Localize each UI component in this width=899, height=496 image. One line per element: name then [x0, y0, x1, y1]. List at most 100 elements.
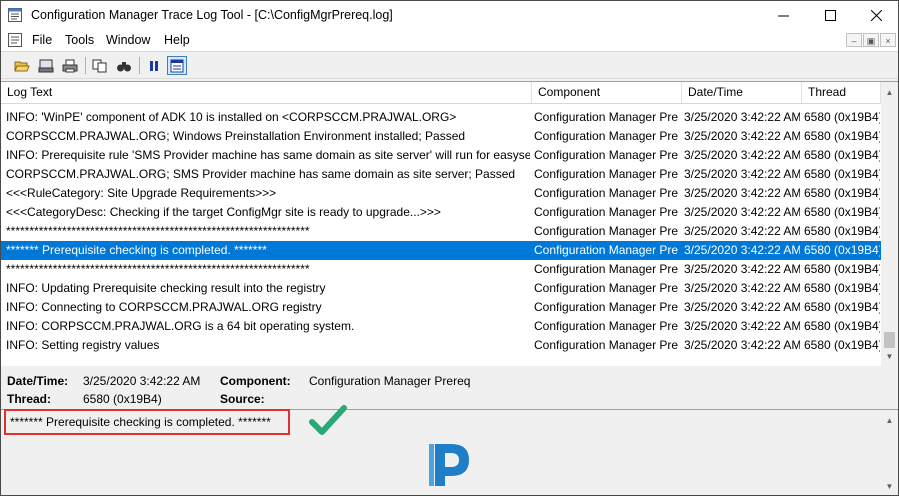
pause-button[interactable] — [144, 56, 164, 75]
print-preview-icon — [38, 59, 54, 72]
highlight-box — [4, 409, 290, 435]
find-button[interactable] — [114, 56, 134, 75]
column-header-log-text[interactable]: Log Text — [1, 82, 532, 103]
table-row[interactable]: INFO: Connecting to CORPSCCM.PRAJWAL.ORG… — [1, 298, 881, 317]
datetime-cell: 3/25/2020 3:42:22 AM — [684, 300, 800, 314]
log-text-cell: INFO: Setting registry values — [6, 338, 160, 352]
table-row[interactable]: ****************************************… — [1, 260, 881, 279]
trace-log-window: Configuration Manager Trace Log Tool - [… — [0, 0, 899, 496]
table-row[interactable]: <<<CategoryDesc: Checking if the target … — [1, 203, 881, 222]
print-button[interactable] — [60, 56, 80, 75]
menu-window[interactable]: Window — [106, 33, 150, 47]
details-view-button[interactable] — [167, 56, 187, 75]
column-header-thread[interactable]: Thread — [802, 82, 881, 103]
details-view-icon — [170, 59, 184, 72]
component-cell: Configuration Manager Pre — [534, 129, 679, 143]
thread-cell: 6580 (0x19B4) — [804, 319, 880, 333]
thread-cell: 6580 (0x19B4) — [804, 224, 880, 238]
message-scroll-down-arrow-icon[interactable]: ▼ — [881, 478, 898, 495]
maximize-icon — [824, 10, 836, 21]
component-cell: Configuration Manager Pre — [534, 186, 679, 200]
thread-cell: 6580 (0x19B4) — [804, 167, 880, 181]
datetime-cell: 3/25/2020 3:42:22 AM — [684, 110, 800, 124]
scroll-down-arrow-icon[interactable]: ▼ — [881, 348, 898, 365]
table-row[interactable]: INFO: Setting registry values Configurati… — [1, 336, 881, 355]
column-header-datetime[interactable]: Date/Time — [682, 82, 802, 103]
message-pane[interactable]: ******* Prerequisite checking is complet… — [1, 405, 898, 495]
check-mark-icon — [309, 405, 347, 435]
window-title: Configuration Manager Trace Log Tool - [… — [31, 8, 393, 22]
datetime-cell: 3/25/2020 3:42:22 AM — [684, 167, 800, 181]
maximize-button[interactable] — [807, 1, 853, 30]
prajwal-logo-icon — [429, 444, 469, 486]
component-cell: Configuration Manager Pre — [534, 110, 679, 124]
message-vertical-scrollbar[interactable]: ▲ ▼ — [881, 410, 898, 495]
log-text-cell: CORPSCCM.PRAJWAL.ORG; Windows Preinstall… — [6, 129, 466, 143]
copy-icon — [92, 59, 107, 72]
component-cell: Configuration Manager Pre — [534, 281, 679, 295]
log-text-cell: INFO: CORPSCCM.PRAJWAL.ORG is a 64 bit o… — [6, 319, 355, 333]
grid-header: Log Text Component Date/Time Thread — [1, 82, 881, 104]
datetime-label: Date/Time: — [7, 374, 69, 388]
log-text-cell: <<<CategoryDesc: Checking if the target … — [6, 205, 441, 219]
menu-tools[interactable]: Tools — [65, 33, 94, 47]
log-text-cell: INFO: Connecting to CORPSCCM.PRAJWAL.ORG… — [6, 300, 322, 314]
print-icon — [62, 59, 78, 72]
component-cell: Configuration Manager Pre — [534, 300, 679, 314]
message-scroll-up-arrow-icon[interactable]: ▲ — [881, 412, 898, 429]
menu-bar: File Tools Window Help – ▣ × — [1, 30, 898, 51]
log-text-cell: INFO: Updating Prerequisite checking res… — [6, 281, 326, 295]
log-vertical-scrollbar[interactable]: ▲ ▼ — [881, 82, 898, 366]
scroll-thumb[interactable] — [884, 332, 895, 348]
thread-cell: 6580 (0x19B4) — [804, 129, 880, 143]
minimize-button[interactable] — [760, 1, 806, 30]
table-row[interactable]: INFO: Updating Prerequisite checking res… — [1, 279, 881, 298]
log-text-cell: INFO: 'WinPE' component of ADK 10 is ins… — [6, 110, 457, 124]
table-row-selected[interactable]: ******* Prerequisite checking is complet… — [1, 241, 881, 260]
table-row[interactable]: CORPSCCM.PRAJWAL.ORG; Windows Preinstall… — [1, 127, 881, 146]
open-button[interactable] — [12, 56, 32, 75]
component-value: Configuration Manager Prereq — [309, 374, 471, 388]
mdi-minimize-button[interactable]: – — [846, 33, 862, 47]
datetime-cell: 3/25/2020 3:42:22 AM — [684, 148, 800, 162]
table-row[interactable]: INFO: CORPSCCM.PRAJWAL.ORG is a 64 bit o… — [1, 317, 881, 336]
table-row[interactable]: ****************************************… — [1, 222, 881, 241]
menu-file[interactable]: File — [32, 33, 52, 47]
mdi-restore-button[interactable]: ▣ — [863, 33, 879, 47]
thread-cell: 6580 (0x19B4) — [804, 243, 880, 257]
datetime-cell: 3/25/2020 3:42:22 AM — [684, 129, 800, 143]
table-row[interactable]: INFO: Prerequisite rule 'SMS Provider ma… — [1, 146, 881, 165]
thread-label: Thread: — [7, 392, 52, 406]
thread-cell: 6580 (0x19B4) — [804, 205, 880, 219]
close-button[interactable] — [853, 1, 898, 30]
log-grid[interactable]: Log Text Component Date/Time Thread INFO… — [1, 81, 898, 366]
table-row[interactable]: INFO: 'WinPE' component of ADK 10 is ins… — [1, 108, 881, 127]
minimize-icon — [777, 15, 789, 17]
component-cell: Configuration Manager Pre — [534, 148, 679, 162]
log-text-cell: ****************************************… — [6, 262, 310, 276]
thread-cell: 6580 (0x19B4) — [804, 338, 880, 352]
mdi-close-button[interactable]: × — [880, 33, 896, 47]
datetime-cell: 3/25/2020 3:42:22 AM — [684, 319, 800, 333]
copy-button[interactable] — [90, 56, 110, 75]
thread-cell: 6580 (0x19B4) — [804, 262, 880, 276]
pause-icon — [150, 60, 158, 71]
component-cell: Configuration Manager Pre — [534, 319, 679, 333]
print-preview-button[interactable] — [36, 56, 56, 75]
table-row[interactable]: <<<RuleCategory: Site Upgrade Requiremen… — [1, 184, 881, 203]
table-row[interactable]: CORPSCCM.PRAJWAL.ORG; SMS Provider machi… — [1, 165, 881, 184]
title-bar[interactable]: Configuration Manager Trace Log Tool - [… — [1, 1, 898, 30]
datetime-cell: 3/25/2020 3:42:22 AM — [684, 224, 800, 238]
scroll-up-arrow-icon[interactable]: ▲ — [881, 84, 898, 101]
thread-cell: 6580 (0x19B4) — [804, 186, 880, 200]
datetime-cell: 3/25/2020 3:42:22 AM — [684, 338, 800, 352]
column-header-component[interactable]: Component — [532, 82, 682, 103]
log-text-cell: ******* Prerequisite checking is complet… — [6, 243, 267, 257]
document-icon[interactable] — [8, 33, 22, 47]
menu-help[interactable]: Help — [164, 33, 190, 47]
find-icon — [117, 61, 131, 71]
thread-cell: 6580 (0x19B4) — [804, 148, 880, 162]
log-text-cell: ****************************************… — [6, 224, 310, 238]
log-text-cell: <<<RuleCategory: Site Upgrade Requiremen… — [6, 186, 277, 200]
datetime-cell: 3/25/2020 3:42:22 AM — [684, 205, 800, 219]
